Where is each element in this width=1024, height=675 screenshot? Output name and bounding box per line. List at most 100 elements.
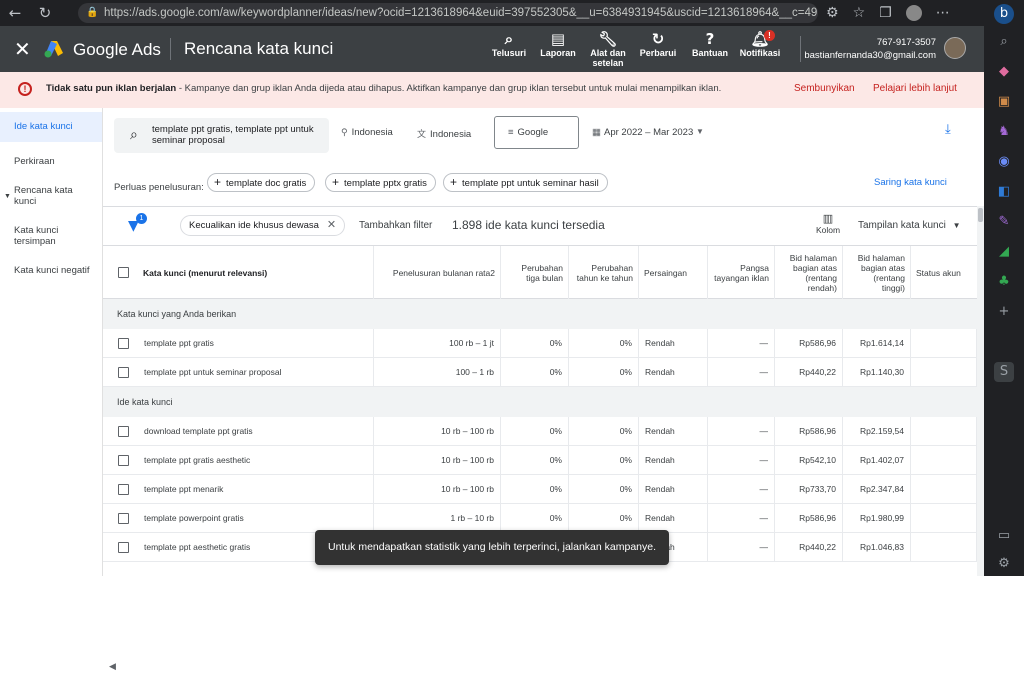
language-filter[interactable]: 文 Indonesia [417, 127, 471, 140]
view-dropdown[interactable]: Tampilan kata kunci ▼ [858, 220, 961, 231]
alert-icon: ! [18, 82, 32, 96]
refine-keywords-button[interactable]: Saring kata kunci [874, 177, 947, 188]
plus-icon: + [450, 175, 458, 189]
search-icon: ⌕ [130, 127, 138, 143]
plus-icon: + [214, 175, 222, 189]
table-toolbar: ▼ 1 Kecualikan ide khusus dewasa ✕ Tambah… [103, 207, 977, 245]
tool-refresh-button[interactable]: ↻ Perbarui [630, 30, 686, 58]
games-icon[interactable]: ♞ [994, 122, 1014, 142]
hide-alert-link[interactable]: Sembunyikan [794, 83, 855, 94]
table-row[interactable]: template powerpoint gratis 1 rb – 10 rb 0%… [103, 504, 977, 533]
drop-icon[interactable]: ◢ [994, 242, 1014, 262]
cell-impression-share: — [708, 358, 775, 387]
designer-icon[interactable]: ✎ [994, 212, 1014, 232]
tool-search-button[interactable]: ⌕ Telusuri [481, 30, 537, 58]
plus-icon: + [332, 175, 340, 189]
learn-more-link[interactable]: Pelajari lebih lanjut [873, 83, 957, 94]
group-keyword-ideas: Ide kata kunci [103, 387, 977, 417]
table-row[interactable]: template ppt gratis aesthetic 10 rb – 100… [103, 446, 977, 475]
row-checkbox[interactable] [118, 513, 129, 524]
header-yoy[interactable]: Perubahan tahun ke tahun [569, 246, 639, 299]
reload-icon[interactable]: ↻ [30, 4, 60, 22]
back-icon[interactable]: ← [0, 4, 30, 22]
table-row[interactable]: template ppt gratis 100 rb – 1 jt 0% 0% Rend… [103, 329, 977, 358]
cell-impression-share: — [708, 446, 775, 475]
header-status[interactable]: Status akun [911, 246, 977, 299]
tool-settings-button[interactable]: 🔧︎ Alat dan setelan [580, 30, 636, 68]
row-checkbox[interactable] [118, 367, 129, 378]
close-icon[interactable]: ✕ [14, 37, 31, 61]
broaden-chip[interactable]: + template ppt untuk seminar hasil [443, 173, 608, 192]
add-icon[interactable]: + [994, 302, 1014, 322]
table-row[interactable]: template ppt untuk seminar proposal 100 –… [103, 358, 977, 387]
broaden-chip[interactable]: + template doc gratis [207, 173, 316, 192]
account-info[interactable]: 767-917-3507 bastianfernanda30@gmail.com [804, 36, 936, 62]
horizontal-scrollbar[interactable]: ◀ [103, 659, 977, 675]
bing-icon[interactable]: b [994, 4, 1014, 24]
settings-icon[interactable]: ⚙ [994, 554, 1014, 574]
cell-impression-share: — [708, 329, 775, 358]
extension-icon[interactable]: ⚙ [826, 5, 839, 21]
network-filter[interactable]: ≡ Google [494, 116, 579, 149]
header-competition[interactable]: Persaingan [639, 246, 708, 299]
row-checkbox[interactable] [118, 426, 129, 437]
keyword-search-box[interactable]: ⌕ template ppt gratis, template ppt untu… [114, 118, 329, 153]
header-searches[interactable]: Penelusuran bulanan rata2 [374, 246, 501, 299]
scroll-left-icon[interactable]: ◀ [109, 661, 116, 672]
browser-toolbar: ← ↻ 🔒 https://ads.google.com/aw/keywordp… [0, 0, 984, 26]
sidebar-item-negative-keywords[interactable]: Kata kunci negatif [14, 265, 94, 276]
tool-help-button[interactable]: ? Bantuan [682, 30, 738, 58]
add-filter-button[interactable]: Tambahkan filter [359, 220, 432, 231]
favorites-icon[interactable]: ☆ [853, 5, 866, 21]
sidebar-app-icon[interactable]: S [994, 362, 1014, 382]
download-icon[interactable]: ⤓ [945, 122, 951, 137]
copilot-icon[interactable]: ◉ [994, 152, 1014, 172]
tool-reports-button[interactable]: ▤ Laporan [530, 30, 586, 58]
collections-icon[interactable]: ❐ [879, 5, 892, 21]
header-keyword[interactable]: Kata kunci (menurut relevansi) [138, 246, 374, 299]
columns-button[interactable]: ▥ Kolom [813, 212, 843, 235]
close-icon[interactable]: ✕ [327, 219, 336, 231]
sidebar-item-keyword-ideas[interactable]: Ide kata kunci [0, 112, 102, 142]
caret-down-icon: ▼ [4, 193, 11, 200]
exclude-adult-chip[interactable]: Kecualikan ide khusus dewasa ✕ [180, 215, 346, 236]
select-all-checkbox[interactable] [118, 267, 129, 278]
broaden-chip[interactable]: + template pptx gratis [325, 173, 436, 192]
chip-label: template doc gratis [226, 178, 307, 189]
search-icon[interactable]: ⌕ [994, 32, 1014, 52]
outlook-icon[interactable]: ◧ [994, 182, 1014, 202]
cell-bid-low: Rp440,22 [775, 533, 843, 562]
avatar[interactable] [944, 37, 966, 59]
sidebar-item-keyword-plan[interactable]: Rencana kata kunci [14, 185, 94, 207]
chip-label: Kecualikan ide khusus dewasa [189, 220, 319, 231]
table-row[interactable]: template ppt menarik 10 rb – 100 rb 0% 0% Re… [103, 475, 977, 504]
date-range-dropdown[interactable]: ▦ Apr 2022 – Mar 2023 [592, 127, 693, 138]
more-icon[interactable]: ⋯ [936, 5, 950, 21]
tools-icon[interactable]: ▣ [994, 92, 1014, 112]
row-checkbox[interactable] [118, 484, 129, 495]
row-checkbox[interactable] [118, 338, 129, 349]
profile-avatar[interactable] [905, 5, 922, 21]
vertical-scrollbar[interactable] [977, 206, 984, 576]
product-name[interactable]: Google Ads [73, 40, 161, 60]
search-input[interactable]: template ppt gratis, template ppt untuk … [152, 124, 324, 146]
header-bid-high[interactable]: Bid halaman bagian atas (rentang tinggi) [843, 246, 911, 299]
shopping-icon[interactable]: ◆ [994, 62, 1014, 82]
row-checkbox[interactable] [118, 455, 129, 466]
location-filter[interactable]: ⚲ Indonesia [341, 127, 393, 138]
table-row[interactable]: download template ppt gratis 10 rb – 100 … [103, 417, 977, 446]
tree-icon[interactable]: ♣ [994, 272, 1014, 292]
tool-notifications-button[interactable]: 🔔︎ ! Notifikasi [732, 30, 788, 58]
panel-icon[interactable]: ▭ [994, 526, 1014, 546]
chevron-down-icon[interactable]: ▼ [696, 127, 704, 136]
header-impression-share[interactable]: Pangsa tayangan iklan [708, 246, 775, 299]
sidebar-item-forecast[interactable]: Perkiraan [14, 156, 94, 167]
sidebar-item-saved-keywords[interactable]: Kata kunci tersimpan [14, 225, 94, 247]
address-bar[interactable]: 🔒 https://ads.google.com/aw/keywordplann… [78, 3, 818, 23]
cell-three-month: 0% [501, 417, 569, 446]
tool-label: Laporan [540, 48, 576, 58]
row-checkbox[interactable] [118, 542, 129, 553]
scroll-thumb[interactable] [978, 208, 983, 222]
header-three-month[interactable]: Perubahan tiga bulan [501, 246, 569, 299]
header-bid-low[interactable]: Bid halaman bagian atas (rentang rendah) [775, 246, 843, 299]
